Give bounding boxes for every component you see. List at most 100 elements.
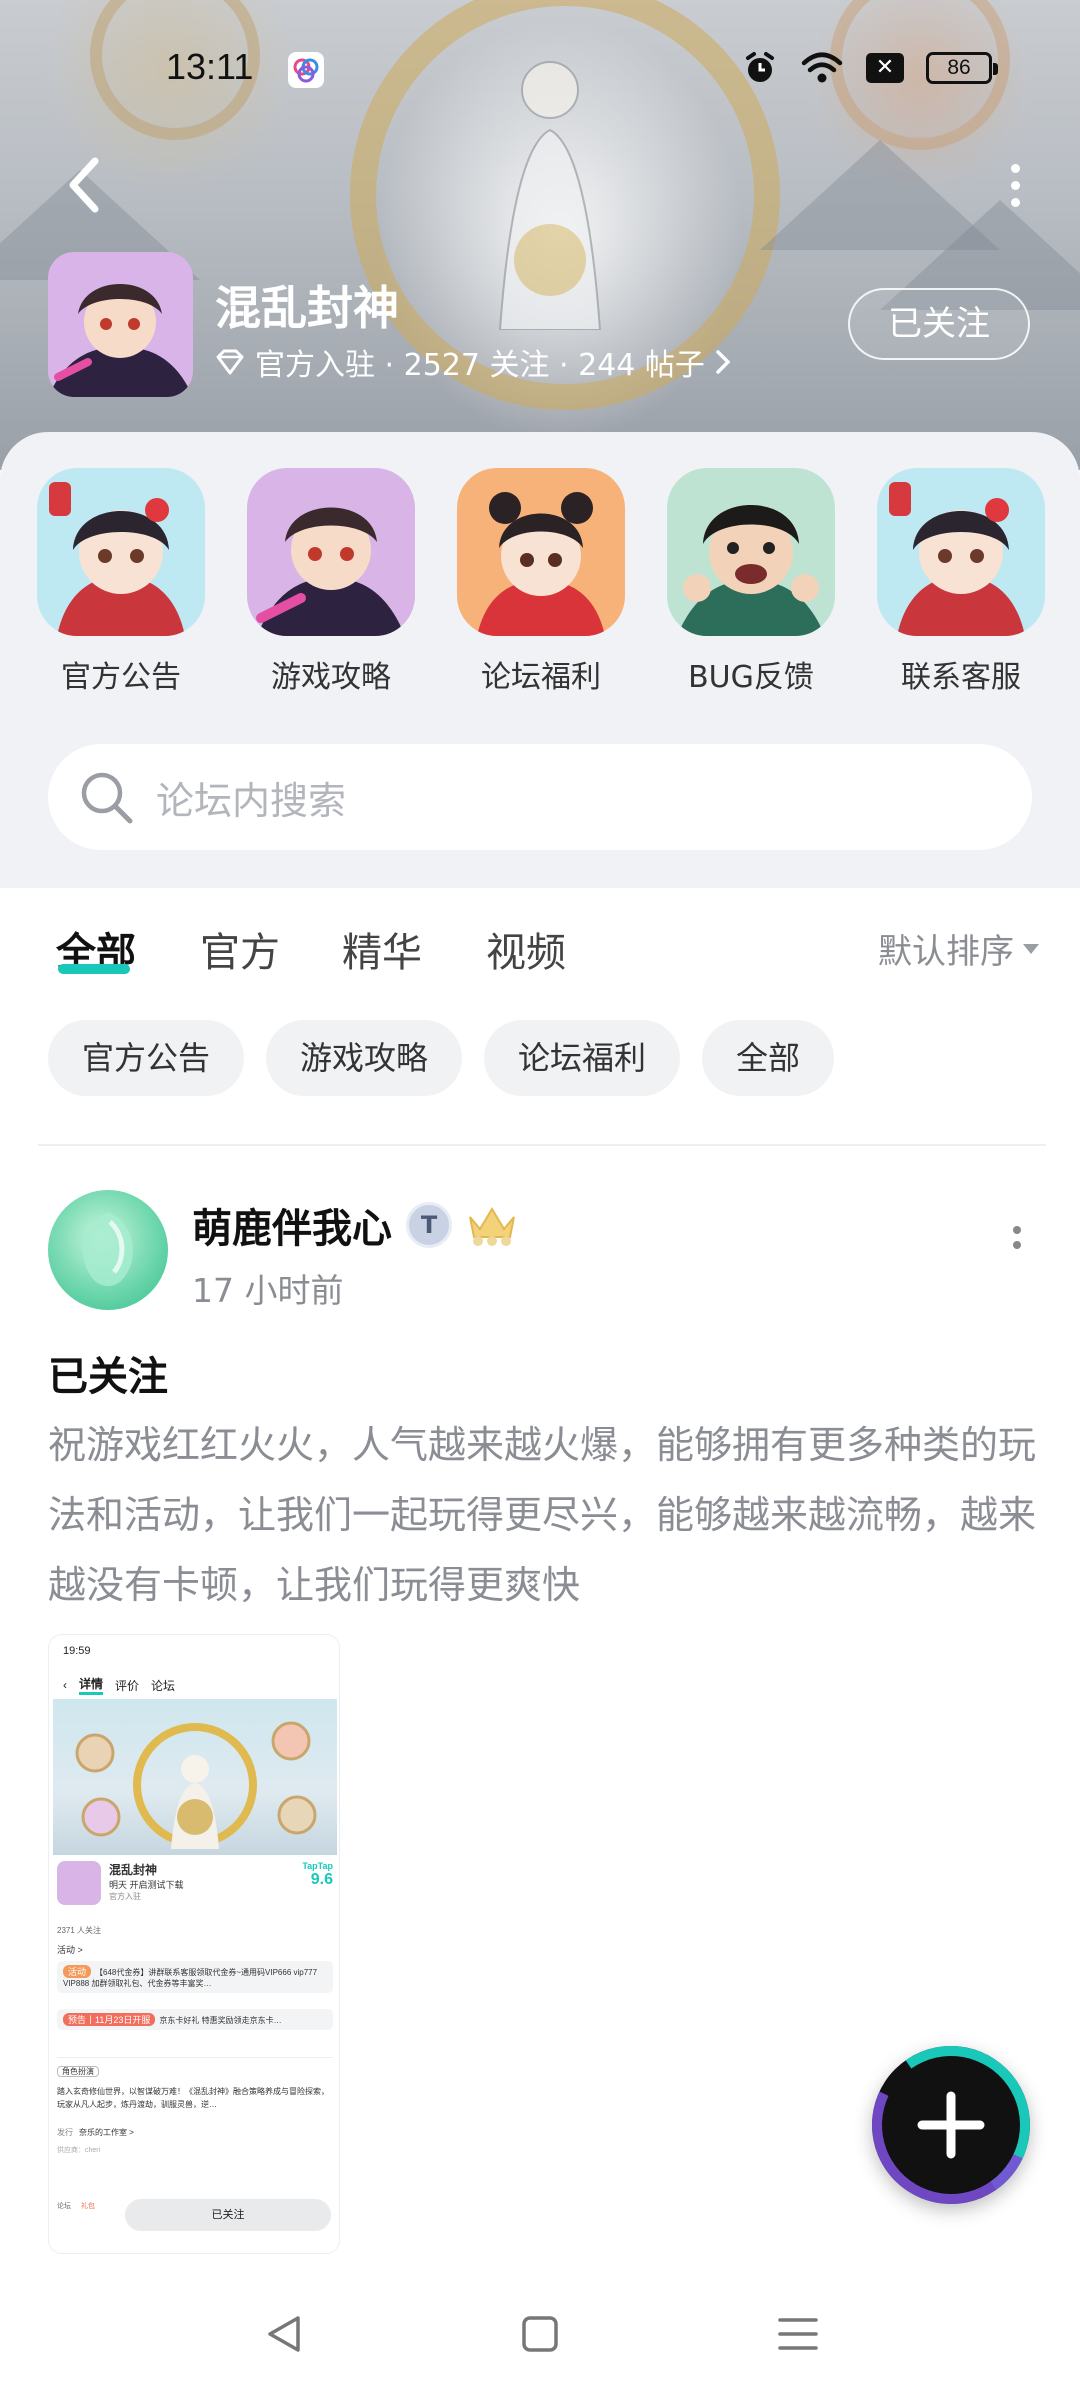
image-nav: ‹ 详情 评价 论坛 xyxy=(63,1675,175,1695)
post-title[interactable]: 已关注 xyxy=(48,1344,168,1402)
chip-all[interactable]: 全部 xyxy=(702,1020,835,1096)
level-badge-icon: T xyxy=(406,1202,452,1248)
quick-link-label: 联系客服 xyxy=(901,660,1021,695)
image-desc: 踏入玄奇修仙世界，以智谋破万难！《混乱封神》融合策略养成与冒险探索，玩家从凡人起… xyxy=(57,2087,329,2109)
category-chips: 官方公告 游戏攻略 论坛福利 全部 xyxy=(48,1020,835,1096)
image-official: 官方入驻 xyxy=(109,1892,141,1901)
back-button[interactable] xyxy=(54,150,114,220)
image-banner xyxy=(53,1699,337,1855)
image-game-avatar xyxy=(57,1861,101,1905)
image-bottom-icons: 论坛 礼包 xyxy=(57,2201,117,2211)
image-nav-tab: 详情 xyxy=(79,1675,104,1695)
image-nav-tab: 评价 xyxy=(115,1678,140,1693)
image-rating: 9.6 xyxy=(310,1871,333,1888)
dot-icon xyxy=(1010,180,1020,190)
sort-label: 默认排序 xyxy=(878,932,1014,972)
image-followers: 2371 人关注 xyxy=(57,1926,102,1935)
forum-name: 混乱封神 xyxy=(215,281,399,335)
image-activity-tag: 预告丨11月23日开服 xyxy=(63,2013,156,2026)
tab-official[interactable]: 官方 xyxy=(200,920,280,978)
forum-meta-text: 官方入驻 · 2527 关注 · 244 帖子 xyxy=(255,348,705,383)
quick-link-label: 官方公告 xyxy=(61,660,181,695)
image-vendor: 供应商：cheri xyxy=(57,2147,101,2154)
quick-link-guides[interactable]: 游戏攻略 xyxy=(226,468,436,696)
quick-link-label: 游戏攻略 xyxy=(271,660,391,695)
image-game-sub: 明天 开启测试下载 xyxy=(109,1880,184,1890)
dot-icon xyxy=(1013,1241,1021,1249)
crown-icon xyxy=(469,1207,515,1246)
search-placeholder: 论坛内搜索 xyxy=(156,778,347,823)
image-forum-icon: 论坛 xyxy=(57,2203,71,2210)
app-notification-icon xyxy=(288,52,324,88)
sort-dropdown[interactable]: 默认排序 xyxy=(878,924,1040,973)
back-triangle-icon[interactable] xyxy=(262,2312,306,2356)
quick-links: 官方公告 游戏攻略 论坛福利 BUG反馈 联系客服 xyxy=(0,468,1080,696)
active-tab-indicator xyxy=(58,964,130,974)
post-timestamp: 17 小时前 xyxy=(192,1271,344,1310)
create-post-button[interactable] xyxy=(872,2046,1030,2204)
follow-button[interactable]: 已关注 xyxy=(848,288,1030,360)
image-back-icon: ‹ xyxy=(63,1678,67,1692)
caret-down-icon xyxy=(1023,943,1039,954)
image-activity-card: 预告丨11月23日开服 京东卡好礼 特惠奖励领走京东卡… xyxy=(57,2009,333,2030)
home-square-icon[interactable] xyxy=(520,2314,560,2354)
image-game-row: 混乱封神 明天 开启测试下载 官方入驻 TapTap 9.6 xyxy=(57,1861,333,1905)
chip-benefits[interactable]: 论坛福利 xyxy=(484,1020,681,1096)
bug-report-character-icon xyxy=(667,468,835,636)
status-time: 13:11 xyxy=(166,46,254,87)
image-publisher-row: 发行 奈乐的工作室 > xyxy=(57,2127,333,2138)
post-author[interactable]: 萌鹿伴我心 T xyxy=(192,1196,518,1254)
image-genre-tag: 角色扮演 xyxy=(57,2066,99,2077)
post-author-name: 萌鹿伴我心 xyxy=(192,1206,392,1252)
chevron-left-icon xyxy=(69,157,99,213)
quick-link-label: BUG反馈 xyxy=(688,660,814,695)
forum-panel: 官方公告 游戏攻略 论坛福利 BUG反馈 联系客服 论坛内搜索 xyxy=(0,432,1080,888)
benefit-character-icon xyxy=(457,468,625,636)
forum-meta[interactable]: 官方入驻 · 2527 关注 · 244 帖子 xyxy=(215,340,731,384)
image-publisher-label: 发行 xyxy=(57,2128,73,2137)
status-bar: 13:11 ✕ 86 xyxy=(0,0,1080,140)
quick-link-announcements[interactable]: 官方公告 xyxy=(16,468,226,696)
image-game-name: 混乱封神 xyxy=(109,1863,158,1877)
battery-icon: 86 xyxy=(926,52,998,84)
dot-icon xyxy=(1010,197,1020,207)
customer-service-character-icon xyxy=(877,468,1045,636)
menu-lines-icon[interactable] xyxy=(776,2314,820,2354)
quick-link-label: 论坛福利 xyxy=(481,660,601,695)
quick-link-benefits[interactable]: 论坛福利 xyxy=(436,468,646,696)
forum-search-input[interactable]: 论坛内搜索 xyxy=(48,744,1032,850)
dot-icon xyxy=(1010,163,1020,173)
image-status-time: 19:59 xyxy=(63,1645,91,1657)
image-nav-tab: 论坛 xyxy=(151,1678,176,1693)
alarm-icon xyxy=(746,52,774,82)
announcement-character-icon xyxy=(37,468,205,636)
system-nav-bar xyxy=(0,2268,1080,2400)
image-activity-text: 京东卡好礼 特惠奖励领走京东卡… xyxy=(159,2016,282,2025)
image-activity-text: 【648代金券】讲群联系客服领取代金券~通用码VIP666 vip777 VIP… xyxy=(63,1968,318,1988)
post-more-button[interactable] xyxy=(1002,1226,1032,1249)
plus-icon xyxy=(917,2091,985,2159)
chevron-right-icon xyxy=(716,350,731,374)
quick-link-bug-report[interactable]: BUG反馈 xyxy=(646,468,856,696)
quick-link-customer-service[interactable]: 联系客服 xyxy=(856,468,1066,696)
image-gift-icon: 礼包 xyxy=(81,2203,95,2210)
search-icon xyxy=(81,772,133,824)
image-follow-button: 已关注 xyxy=(125,2199,331,2231)
chip-guides[interactable]: 游戏攻略 xyxy=(266,1020,463,1096)
sim-off-icon: ✕ xyxy=(866,53,904,83)
image-activity-label: 活动 > xyxy=(57,1945,83,1955)
more-options-button[interactable] xyxy=(990,150,1040,220)
post-author-avatar[interactable] xyxy=(48,1190,168,1310)
image-publisher: 奈乐的工作室 > xyxy=(79,2128,134,2137)
image-rating-brand: TapTap xyxy=(302,1861,333,1871)
divider xyxy=(38,1144,1046,1146)
image-activity-card: 活动 【648代金券】讲群联系客服领取代金券~通用码VIP666 vip777 V… xyxy=(57,1961,333,1993)
dot-icon xyxy=(1013,1226,1021,1234)
tab-featured[interactable]: 精华 xyxy=(342,920,422,978)
tab-video[interactable]: 视频 xyxy=(486,920,566,978)
post-body[interactable]: 祝游戏红红火火，人气越来越火爆，能够拥有更多种类的玩法和活动，让我们一起玩得更尽… xyxy=(48,1410,1038,1620)
post-image[interactable]: 19:59 ‹ 详情 评价 论坛 混乱封神 明天 开启测试下载 官方入驻 Tap… xyxy=(48,1634,340,2254)
chip-announcements[interactable]: 官方公告 xyxy=(48,1020,245,1096)
wifi-icon xyxy=(801,52,843,83)
status-icons: ✕ 86 xyxy=(742,50,998,86)
